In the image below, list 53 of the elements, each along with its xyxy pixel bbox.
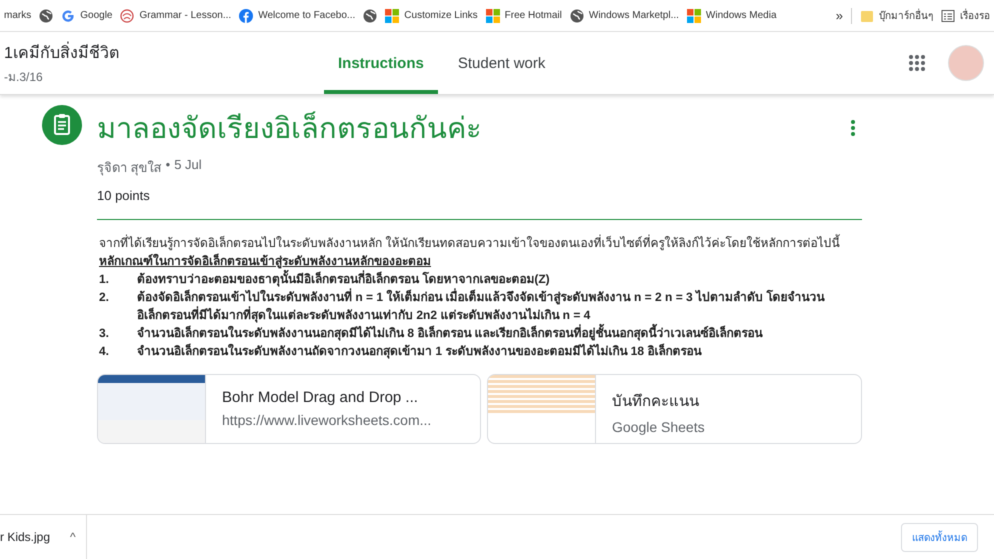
- list-item-text: จำนวนอิเล็กตรอนในระดับพลังงานถัดจากวงนอกสุดเข้ามา 1 ระดับพลังงานของอะตอมมีได้ไม่เกิน 18 อิเล็กตรอน: [137, 342, 702, 360]
- author-name: รุจิดา สุขใส: [97, 159, 162, 178]
- intro-paragraph: จากที่ได้เรียนรู้การจัดอิเล็กตรอนไปในระดับพลังงานหลัก ให้นักเรียนทดสอบความเข้าใจของตนเองที่เว็บไซต์ที่ครูให้ลิงก์ไว้ค่ะโดยใช้หลักการต่อไปนี้: [99, 234, 841, 252]
- bookmark-link[interactable]: Grammar - Lesson...: [139, 10, 232, 21]
- windows-icon: [385, 8, 400, 22]
- attachment-title: บันทึกคะแนน: [612, 392, 700, 412]
- more-options-icon[interactable]: [850, 119, 856, 137]
- class-title: 1เคมีกับสิ่งมีชีวิต: [4, 40, 324, 65]
- list-number: 2.: [99, 289, 110, 306]
- bookmark-link[interactable]: เรื่องรอ: [960, 8, 990, 23]
- list-item-text: ต้องทราบว่าอะตอมของธาตุนั้นมีอิเล็กตรอนกี่อิเล็กตรอน โดยหาจากเลขอะตอม(Z): [137, 270, 550, 288]
- globe-icon: [39, 8, 54, 22]
- bookmark-link[interactable]: marks: [4, 10, 32, 21]
- downloaded-file[interactable]: r Kids.jpg: [0, 530, 50, 544]
- more-bookmarks-button[interactable]: »: [836, 8, 843, 23]
- tab[interactable]: Instructions: [324, 36, 438, 94]
- attachment-title: Bohr Model Drag and Drop ...: [222, 389, 419, 406]
- list-number: 4.: [99, 343, 110, 360]
- bookmark-link[interactable]: บุ๊กมาร์กอื่นๆ: [879, 8, 933, 23]
- show-all-button[interactable]: แสดงทั้งหมด: [901, 522, 978, 552]
- bookmark-link[interactable]: Windows Media: [706, 10, 777, 21]
- assignment-icon: [42, 105, 82, 145]
- list-icon: [941, 8, 955, 22]
- list-number: 3.: [99, 325, 110, 342]
- list-number: 1.: [99, 271, 110, 288]
- windows-icon: [686, 8, 701, 22]
- bookmark-link[interactable]: Google: [80, 10, 112, 21]
- swirl-icon: [120, 8, 134, 22]
- attachment-subtitle: Google Sheets: [612, 419, 705, 435]
- bookmark-link[interactable]: Windows Marketpl...: [588, 10, 679, 21]
- attachment-card[interactable]: Bohr Model Drag and Drop ... https://www.liveworksheets.com...: [97, 374, 481, 444]
- apps-grid-icon[interactable]: [908, 54, 926, 72]
- globe-icon: [570, 8, 584, 22]
- assignment-title: มาลองจัดเรียงอิเล็กตรอนกันค่ะ: [97, 110, 482, 147]
- file-menu-button[interactable]: ^: [70, 530, 76, 544]
- points-label: 10 points: [97, 188, 151, 203]
- criteria-heading: หลักเกณฑ์ในการจัดอิเล็กตรอนเข้าสู่ระดับพลังงานหลักของอะตอม: [99, 252, 432, 270]
- bookmark-link[interactable]: Customize Links: [404, 10, 478, 21]
- class-section: -ม.3/16: [4, 67, 324, 86]
- globe-icon: [363, 8, 378, 22]
- tab[interactable]: Student work: [444, 36, 560, 94]
- facebook-icon: [239, 8, 254, 22]
- bookmark-link[interactable]: Welcome to Facebo...: [258, 10, 356, 21]
- attachment-card[interactable]: บันทึกคะแนน Google Sheets: [486, 374, 862, 444]
- bookmark-link[interactable]: Free Hotmail: [504, 10, 562, 21]
- separator-dot: •: [166, 157, 170, 174]
- list-item-text: จำนวนอิเล็กตรอนในระดับพลังงานนอกสุดมีได้ไม่เกิน 8 อิเล็กตรอน และเรียกอิเล็กตรอนที่อยู่ชั้นนอกสุดนี้ว่าเวเลนซ์อิเล็กตรอน: [137, 324, 763, 342]
- list-item-text: ต้องจัดอิเล็กตรอนเข้าไปในระดับพลังงานที่ n = 1 ให้เต็มก่อน เมื่อเต็มแล้วจึงจัดเข้าสู่ระดับพลังงาน n = 2 n = 3 ไปตามลำดับ โดยจำนวนอิเล็กตรอนที่มีได้มากที่สุดในแต่ละระดับพลังงานเท่ากับ 2n2 แต่ระดับพลังงานไม่เกิน n = 4: [137, 288, 826, 324]
- google-icon: [61, 8, 76, 22]
- windows-icon: [486, 8, 500, 22]
- folder-icon: [860, 8, 874, 22]
- attachment-subtitle: https://www.liveworksheets.com...: [222, 412, 432, 428]
- post-date: 5 Jul: [174, 157, 202, 174]
